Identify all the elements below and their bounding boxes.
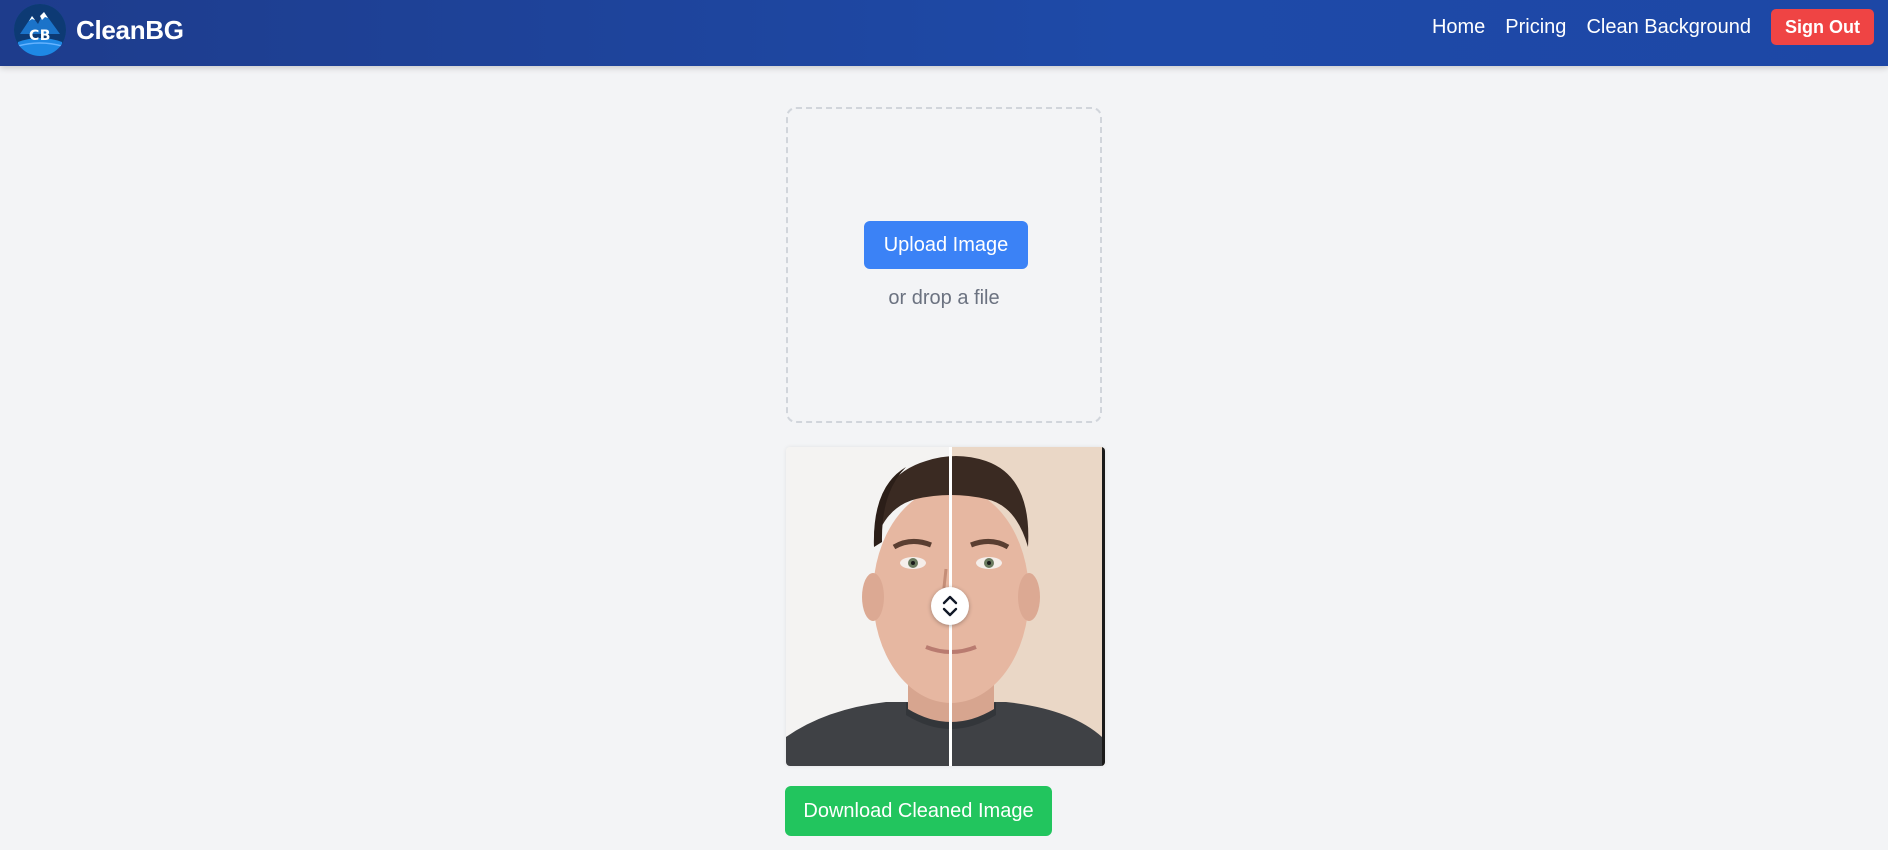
logo-text: CB	[29, 28, 51, 44]
file-dropzone[interactable]: Upload Image or drop a file	[786, 107, 1102, 423]
compare-slider-handle[interactable]	[931, 587, 969, 625]
brand[interactable]: CB CleanBG	[14, 3, 184, 57]
nav-links: Home Pricing Clean Background Sign Out	[1432, 9, 1874, 45]
upload-image-button[interactable]: Upload Image	[864, 221, 1028, 269]
top-navbar: CB CleanBG Home Pricing Clean Background…	[0, 0, 1888, 66]
logo-icon: CB	[14, 4, 66, 56]
chevron-up-down-icon	[942, 595, 958, 617]
nav-pricing-link[interactable]: Pricing	[1505, 16, 1566, 39]
download-cleaned-image-button[interactable]: Download Cleaned Image	[785, 786, 1052, 836]
before-after-comparison[interactable]	[786, 447, 1105, 766]
nav-home-link[interactable]: Home	[1432, 16, 1485, 39]
sign-out-button[interactable]: Sign Out	[1771, 9, 1874, 45]
drop-file-hint: or drop a file	[888, 287, 1000, 309]
brand-name: CleanBG	[76, 14, 184, 45]
nav-clean-background-link[interactable]: Clean Background	[1586, 16, 1751, 39]
